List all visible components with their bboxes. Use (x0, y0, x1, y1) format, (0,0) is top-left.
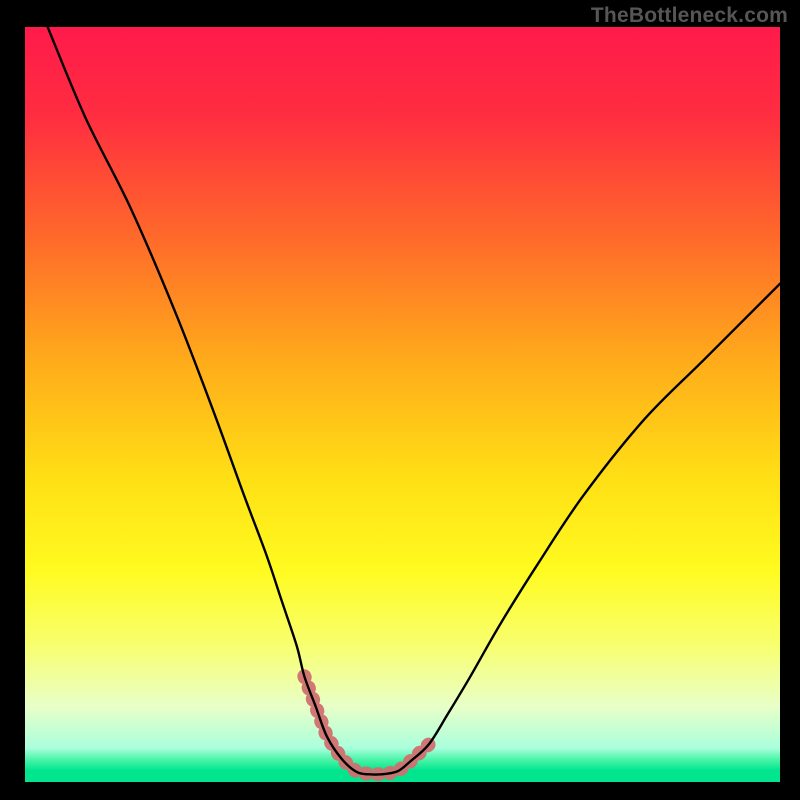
chart-stage: TheBottleneck.com (0, 0, 800, 800)
watermark-text: TheBottleneck.com (591, 4, 788, 28)
plot-background (25, 27, 780, 782)
bottleneck-chart (0, 0, 800, 800)
green-floor-band (25, 775, 780, 782)
